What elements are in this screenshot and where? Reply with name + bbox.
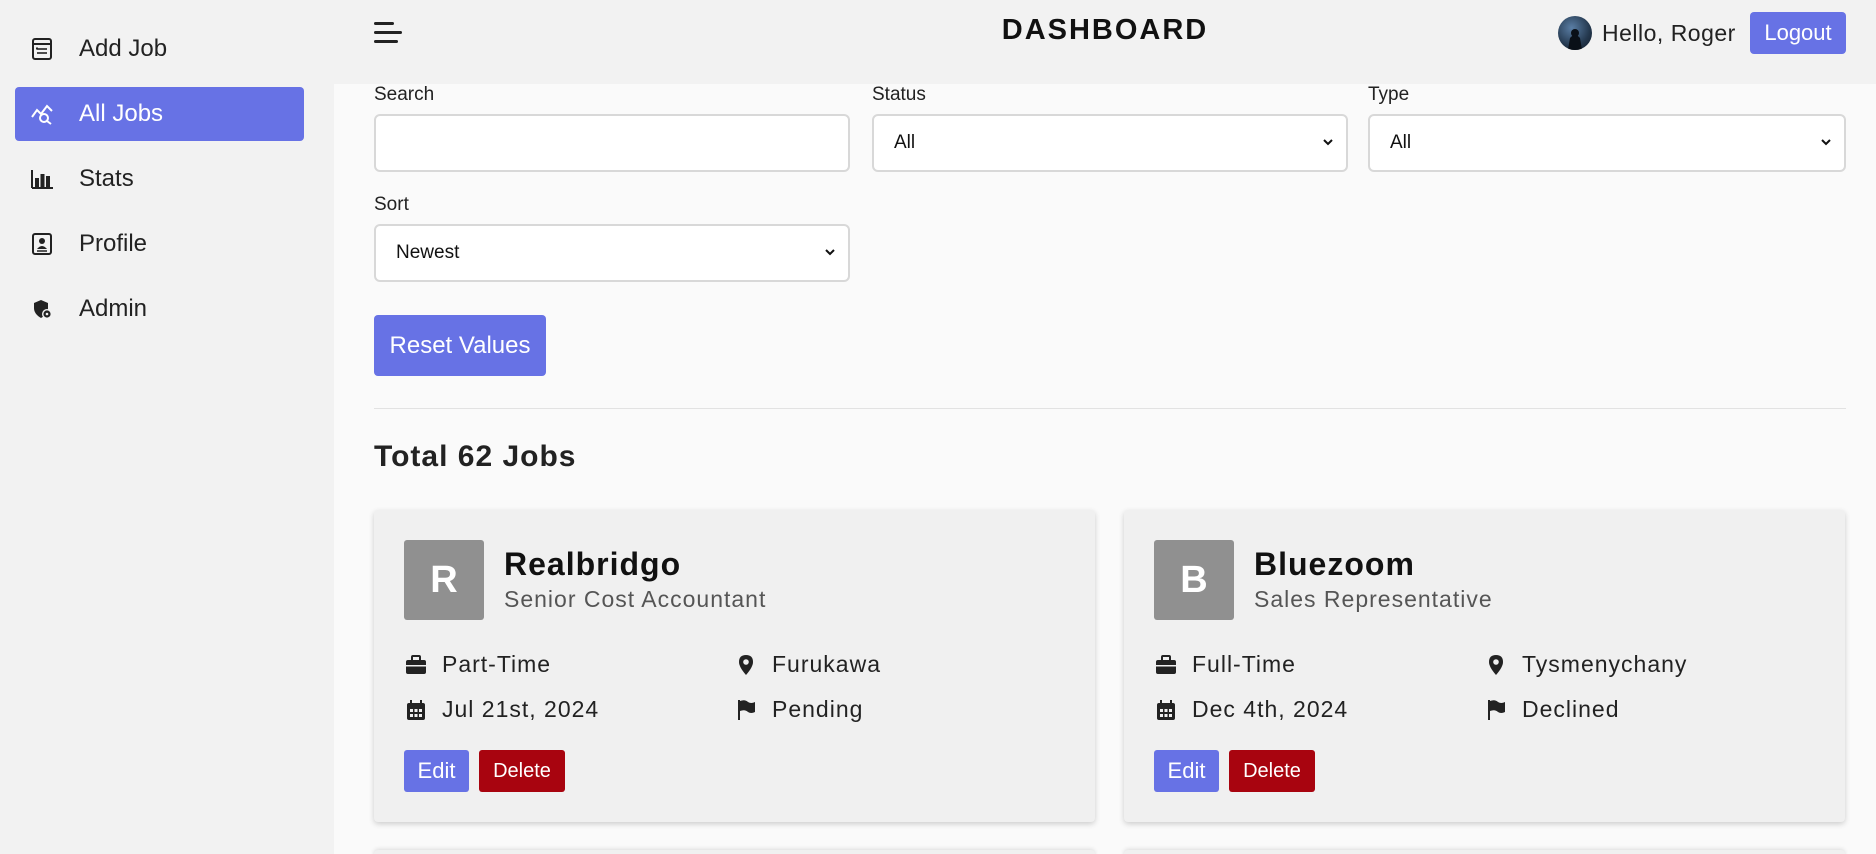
all-jobs-icon [29, 101, 55, 127]
chevron-down-icon [1323, 139, 1333, 146]
main-content: DASHBOARD Hello, Roger Logout Search Sta… [334, 0, 1876, 854]
company-name: Bluezoom [1254, 546, 1415, 582]
job-location-text: Furukawa [772, 651, 881, 677]
job-date-text: Dec 4th, 2024 [1192, 696, 1349, 722]
job-status-text: Pending [772, 696, 864, 722]
job-card: R Realbridgo Senior Cost Accountant Part… [374, 510, 1095, 822]
top-bar: DASHBOARD Hello, Roger Logout [334, 0, 1876, 84]
flag-icon [1484, 698, 1508, 722]
sidebar-item-label: Profile [79, 230, 148, 257]
type-select[interactable]: All [1368, 114, 1846, 172]
briefcase-icon [404, 653, 428, 677]
menu-toggle-icon[interactable] [374, 20, 402, 46]
sidebar-item-add-job[interactable]: Add Job [15, 22, 304, 76]
edit-button[interactable]: Edit [1154, 750, 1219, 792]
briefcase-icon [1154, 653, 1178, 677]
add-job-icon [29, 36, 55, 62]
delete-button[interactable]: Delete [1229, 750, 1315, 792]
job-location-text: Tysmenychany [1522, 651, 1688, 677]
sidebar-item-label: Add Job [79, 35, 168, 62]
delete-button[interactable]: Delete [479, 750, 565, 792]
logout-button[interactable]: Logout [1750, 12, 1846, 54]
reset-values-button[interactable]: Reset Values [374, 315, 546, 376]
job-type-text: Part-Time [442, 651, 552, 677]
search-input[interactable] [374, 114, 850, 172]
type-select-value: All [1390, 132, 1412, 153]
job-date-text: Jul 21st, 2024 [442, 696, 600, 722]
job-position: Sales Representative [1254, 586, 1493, 612]
sidebar-item-label: Admin [79, 295, 148, 322]
company-name: Realbridgo [504, 546, 682, 582]
job-card: B Bluezoom Sales Representative Full-Tim… [1124, 510, 1845, 822]
user-greeting: Hello, Roger [1602, 20, 1736, 46]
divider [374, 408, 1846, 409]
sidebar: Add Job All Jobs Stats Profile Admin [0, 0, 334, 854]
job-status-text: Declined [1522, 696, 1620, 722]
company-logo: R [404, 540, 484, 620]
chevron-down-icon [1821, 139, 1831, 146]
job-status: Pending [734, 696, 863, 723]
sidebar-item-admin[interactable]: Admin [15, 282, 304, 336]
job-date: Jul 21st, 2024 [404, 696, 599, 723]
sidebar-item-all-jobs[interactable]: All Jobs [15, 87, 304, 141]
stats-icon [29, 166, 55, 192]
sort-select[interactable]: Newest [374, 224, 850, 282]
edit-button[interactable]: Edit [404, 750, 469, 792]
flag-icon [734, 698, 758, 722]
sidebar-item-label: Stats [79, 165, 134, 192]
type-label: Type [1368, 84, 1410, 105]
sidebar-item-stats[interactable]: Stats [15, 152, 304, 206]
job-type-text: Full-Time [1192, 651, 1296, 677]
calendar-icon [1154, 698, 1178, 722]
location-pin-icon [734, 653, 758, 677]
profile-icon [29, 231, 55, 257]
sidebar-item-label: All Jobs [79, 100, 164, 127]
chevron-down-icon [825, 249, 835, 256]
location-pin-icon [1484, 653, 1508, 677]
job-date: Dec 4th, 2024 [1154, 696, 1348, 723]
avatar [1558, 16, 1592, 50]
sidebar-item-profile[interactable]: Profile [15, 217, 304, 271]
status-select-value: All [894, 132, 916, 153]
admin-icon [29, 296, 55, 322]
sort-select-value: Newest [396, 242, 460, 263]
status-label: Status [872, 84, 926, 105]
calendar-icon [404, 698, 428, 722]
company-logo: B [1154, 540, 1234, 620]
status-select[interactable]: All [872, 114, 1348, 172]
job-card-partial [1124, 850, 1845, 854]
job-type: Part-Time [404, 651, 551, 678]
job-location: Tysmenychany [1484, 651, 1687, 678]
total-jobs-heading: Total 62 Jobs [374, 440, 577, 473]
search-label: Search [374, 84, 435, 105]
job-card-partial [374, 850, 1095, 854]
job-position: Senior Cost Accountant [504, 586, 767, 612]
job-location: Furukawa [734, 651, 881, 678]
job-status: Declined [1484, 696, 1620, 723]
sort-label: Sort [374, 194, 409, 215]
job-type: Full-Time [1154, 651, 1296, 678]
